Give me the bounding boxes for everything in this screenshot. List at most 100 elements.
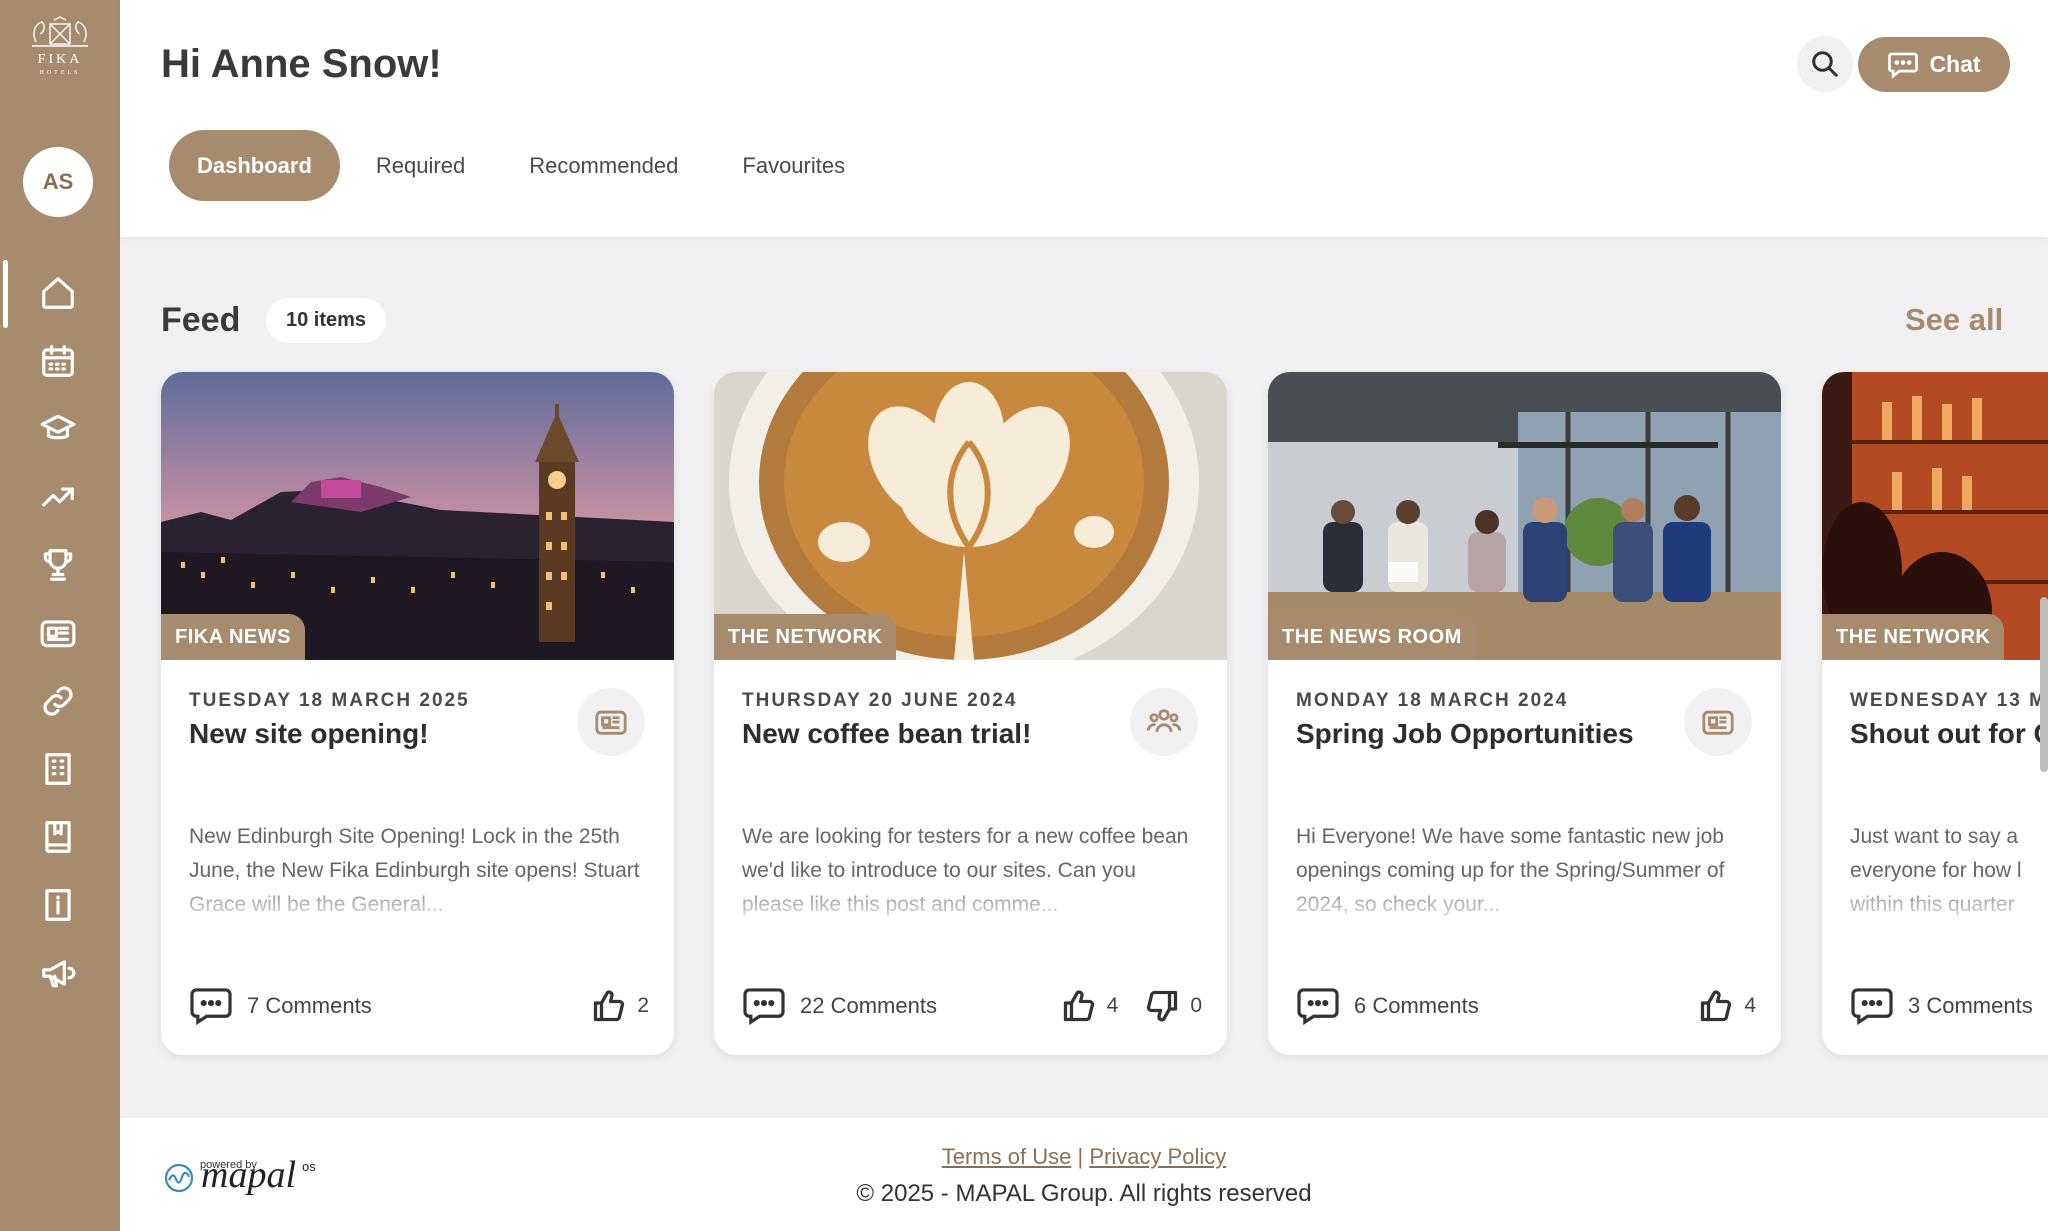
dislike-button[interactable]: 0 — [1144, 988, 1202, 1024]
info-icon — [45, 889, 71, 921]
sidebar-item-calendar[interactable] — [30, 333, 86, 389]
home-icon — [42, 277, 74, 309]
comment-icon — [743, 988, 785, 1025]
chat-button[interactable]: Chat — [1858, 37, 2010, 92]
dislike-count: 0 — [1190, 994, 1202, 1017]
card-date: TUESDAY 18 MARCH 2025 — [189, 690, 470, 711]
building-icon — [45, 753, 71, 785]
like-button[interactable]: 2 — [591, 988, 649, 1024]
feed-count-badge: 10 items — [266, 298, 387, 343]
sidebar-item-library[interactable] — [30, 809, 86, 865]
comment-icon — [190, 988, 232, 1025]
feed-card[interactable]: THE NETWORK WEDNESDAY 13 M Shout out for… — [1822, 372, 2048, 1055]
sidebar-item-sites[interactable] — [30, 741, 86, 797]
tab-dashboard[interactable]: Dashboard — [169, 130, 340, 201]
sidebar-item-progress[interactable] — [30, 469, 86, 525]
sidebar-item-learning[interactable] — [30, 401, 86, 457]
card-category-tag: THE NETWORK — [714, 614, 897, 660]
feed-card[interactable]: FIKA NEWS TUESDAY 18 MARCH 2025 New site… — [161, 372, 674, 1055]
card-footer: 6 Comments 4 — [1296, 984, 1756, 1028]
top-header: Hi Anne Snow! Chat Dashboard Required Re… — [120, 0, 2048, 237]
legal-links: Terms of Use | Privacy Policy — [120, 1144, 2048, 1170]
crest-icon — [32, 16, 88, 47]
card-category-tag: THE NETWORK — [1822, 614, 2005, 660]
card-excerpt: We are looking for testers for a new cof… — [742, 825, 1189, 916]
mapal-os: os — [302, 1159, 316, 1174]
comments-count: 6 Comments — [1354, 993, 1479, 1018]
comments-button[interactable]: 6 Comments — [1296, 987, 1479, 1025]
chat-bubble-icon — [1888, 52, 1919, 79]
brand-logo[interactable]: FIKA HOTELS — [18, 16, 102, 94]
like-count: 2 — [637, 994, 649, 1017]
comments-count: 7 Comments — [247, 993, 372, 1018]
feed-card[interactable]: THE NEWS ROOM MONDAY 18 MARCH 2024 Sprin… — [1268, 372, 1781, 1055]
page-title: Hi Anne Snow! — [161, 42, 442, 86]
card-footer: 7 Comments 2 — [189, 984, 649, 1028]
terms-of-use-link[interactable]: Terms of Use — [942, 1144, 1072, 1169]
news-icon — [1702, 710, 1734, 735]
card-date: MONDAY 18 MARCH 2024 — [1296, 690, 1569, 711]
link-separator: | — [1077, 1144, 1084, 1169]
link-icon — [43, 686, 73, 716]
trophy-icon — [43, 549, 73, 581]
tab-recommended[interactable]: Recommended — [501, 130, 706, 201]
tab-favourites[interactable]: Favourites — [714, 130, 873, 201]
comment-icon — [1297, 988, 1339, 1025]
sidebar-item-announcements[interactable] — [30, 945, 86, 1001]
reactions: 4 — [1698, 988, 1756, 1024]
page-footer: Terms of Use | Privacy Policy © 2025 - M… — [120, 1118, 2048, 1231]
card-image-business-meeting: THE NEWS ROOM — [1268, 372, 1781, 660]
sidebar: FIKA HOTELS AS — [0, 0, 120, 1231]
calendar-icon — [42, 345, 74, 377]
card-type-badge — [1684, 688, 1752, 756]
nav-active-indicator — [3, 260, 8, 328]
card-footer: 3 Comments — [1850, 984, 2048, 1028]
sidebar-item-achievements[interactable] — [30, 537, 86, 593]
powered-by-label: powered by — [200, 1159, 257, 1171]
card-date: THURSDAY 20 JUNE 2024 — [742, 690, 1018, 711]
people-icon — [1147, 709, 1181, 733]
scrollbar-thumb[interactable] — [2040, 597, 2048, 772]
feed-card[interactable]: THE NETWORK THURSDAY 20 JUNE 2024 New co… — [714, 372, 1227, 1055]
graduation-cap-icon — [40, 414, 76, 440]
comments-button[interactable]: 7 Comments — [189, 987, 372, 1025]
like-button[interactable]: 4 — [1698, 988, 1756, 1024]
see-all-link[interactable]: See all — [1905, 302, 2003, 338]
reactions: 2 — [591, 988, 649, 1024]
card-title: New coffee bean trial! — [742, 718, 1032, 749]
card-title: New site opening! — [189, 718, 429, 749]
comments-button[interactable]: 3 Comments — [1850, 987, 2033, 1025]
comments-button[interactable]: 22 Comments — [742, 987, 937, 1025]
feed-carousel: FIKA NEWS TUESDAY 18 MARCH 2025 New site… — [120, 360, 2048, 1080]
card-type-badge — [1130, 688, 1198, 756]
search-button[interactable] — [1797, 36, 1853, 92]
logo-subtitle: HOTELS — [39, 70, 81, 76]
news-icon — [40, 620, 76, 648]
thumbs-down-icon — [1147, 990, 1178, 1022]
card-category-tag: THE NEWS ROOM — [1268, 614, 1476, 660]
avatar[interactable]: AS — [23, 147, 93, 217]
thumbs-up-icon — [1063, 990, 1094, 1022]
privacy-policy-link[interactable]: Privacy Policy — [1089, 1144, 1226, 1169]
sidebar-item-home[interactable] — [30, 265, 86, 321]
sidebar-item-info[interactable] — [30, 877, 86, 933]
reactions: 4 0 — [1061, 988, 1202, 1024]
card-category-tag: FIKA NEWS — [161, 614, 305, 660]
megaphone-icon — [42, 960, 76, 988]
like-count: 4 — [1744, 994, 1756, 1017]
card-date: WEDNESDAY 13 M — [1850, 690, 2047, 711]
sidebar-item-links[interactable] — [30, 673, 86, 729]
card-excerpt: New Edinburgh Site Opening! Lock in the … — [189, 825, 640, 916]
card-image-bar-shelves: THE NETWORK — [1822, 372, 2048, 660]
like-button[interactable]: 4 — [1061, 988, 1118, 1024]
card-title: Shout out for C — [1850, 718, 2048, 749]
mapal-wave-icon — [164, 1163, 194, 1193]
news-icon — [595, 710, 627, 735]
comments-count: 3 Comments — [1908, 993, 2033, 1018]
book-icon — [45, 821, 71, 853]
card-footer: 22 Comments 4 0 — [742, 984, 1202, 1028]
sidebar-item-news[interactable] — [30, 605, 86, 661]
tab-required[interactable]: Required — [348, 130, 493, 201]
search-icon — [1812, 51, 1838, 77]
card-image-edinburgh-skyline: FIKA NEWS — [161, 372, 674, 660]
